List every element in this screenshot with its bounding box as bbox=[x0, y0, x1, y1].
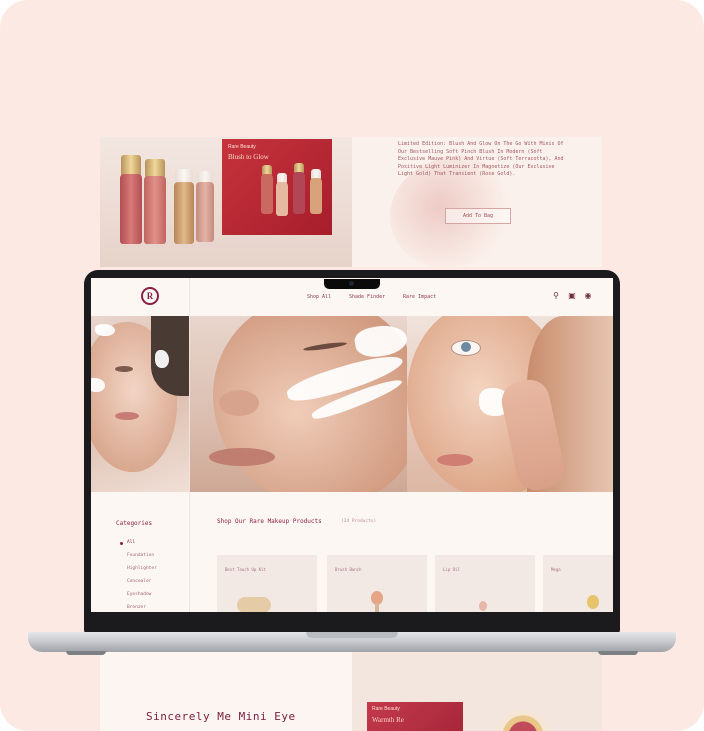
account-icon[interactable]: ◉ bbox=[583, 291, 593, 301]
add-to-bag-button[interactable]: Add To Bag bbox=[445, 208, 511, 224]
bottle-cap bbox=[175, 169, 193, 183]
blush-bottle bbox=[144, 176, 166, 244]
brand-logo-icon[interactable]: R bbox=[141, 287, 159, 305]
product-label: Mega bbox=[551, 567, 561, 572]
category-foundation[interactable]: Foundation bbox=[127, 553, 154, 558]
bottom-product-photo: Rare Beauty Warmth Re bbox=[352, 650, 602, 731]
box-name: Blush to Glow bbox=[228, 153, 269, 161]
nav-shop-all[interactable]: Shop All bbox=[307, 294, 331, 300]
laptop-foot bbox=[66, 651, 106, 655]
showcase-card: Rare Beauty Blush to Glow Limited Editio… bbox=[0, 0, 704, 731]
bottle-cap bbox=[145, 159, 165, 177]
product-image bbox=[587, 595, 599, 609]
product-card[interactable]: Brush Bunch bbox=[327, 555, 427, 612]
hero-image-center bbox=[189, 316, 407, 492]
category-all[interactable]: All bbox=[127, 540, 135, 545]
search-icon[interactable]: ⚲ bbox=[551, 291, 561, 301]
box-name: Warmth Re bbox=[372, 716, 404, 724]
banner-description: Limited Edition: Blush And Glow On The G… bbox=[398, 141, 564, 177]
camera-icon bbox=[349, 281, 354, 286]
bottom-banner-section: Sincerely Me Mini Eye Rare Beauty Warmth… bbox=[100, 650, 602, 731]
product-count: (24 Products) bbox=[341, 519, 377, 524]
bottom-banner-title: Sincerely Me Mini Eye bbox=[146, 710, 296, 723]
box-brand: Rare Beauty bbox=[372, 706, 400, 712]
nav-rare-impact[interactable]: Rare Impact bbox=[403, 294, 436, 300]
product-box: Rare Beauty Blush to Glow bbox=[222, 139, 332, 235]
product-card[interactable]: Lip Oil bbox=[435, 555, 535, 612]
product-label: Brush Bunch bbox=[335, 567, 362, 572]
category-concealer[interactable]: Concealer bbox=[127, 579, 151, 584]
banner-text-area: Limited Edition: Blush And Glow On The G… bbox=[352, 137, 602, 267]
blush-product-photo: Rare Beauty Blush to Glow bbox=[100, 137, 352, 267]
category-bronzer[interactable]: Bronzer bbox=[127, 605, 146, 610]
laptop-screen: R Shop All Shade Finder Rare Impact ⚲ ▣ … bbox=[91, 278, 613, 612]
product-card[interactable]: Best Touch Up Kit bbox=[217, 555, 317, 612]
product-image bbox=[237, 597, 271, 612]
product-image bbox=[479, 601, 487, 611]
product-label: Best Touch Up Kit bbox=[225, 567, 266, 572]
bottom-text-area: Sincerely Me Mini Eye bbox=[100, 650, 352, 731]
product-label: Lip Oil bbox=[443, 567, 460, 572]
bottle-cap bbox=[121, 155, 141, 175]
product-card[interactable]: Mega bbox=[543, 555, 613, 612]
category-sidebar: Categories All Foundation Highlighter Co… bbox=[91, 492, 189, 612]
box-brand: Rare Beauty bbox=[228, 144, 256, 150]
blush-bottle bbox=[120, 174, 142, 244]
active-bullet-icon bbox=[120, 542, 123, 545]
bag-icon[interactable]: ▣ bbox=[567, 291, 577, 301]
category-highlighter[interactable]: Highlighter bbox=[127, 566, 157, 571]
hero-banner bbox=[91, 316, 613, 492]
laptop-hinge-notch bbox=[306, 632, 398, 638]
category-eyeshadow[interactable]: Eyeshadow bbox=[127, 592, 151, 597]
hero-image-right bbox=[407, 316, 613, 492]
laptop-foot bbox=[598, 651, 638, 655]
nav-shade-finder[interactable]: Shade Finder bbox=[349, 294, 385, 300]
luminizer-bottle bbox=[196, 182, 214, 242]
product-box: Rare Beauty Warmth Re bbox=[367, 702, 463, 731]
shop-title: Shop Our Rare Makeup Products bbox=[217, 518, 322, 525]
top-banner-section: Rare Beauty Blush to Glow Limited Editio… bbox=[100, 137, 602, 267]
compact-image bbox=[497, 710, 549, 731]
categories-title: Categories bbox=[116, 520, 153, 527]
sidebar-divider bbox=[189, 278, 190, 612]
hero-image-left bbox=[91, 316, 189, 492]
luminizer-bottle bbox=[174, 182, 194, 244]
